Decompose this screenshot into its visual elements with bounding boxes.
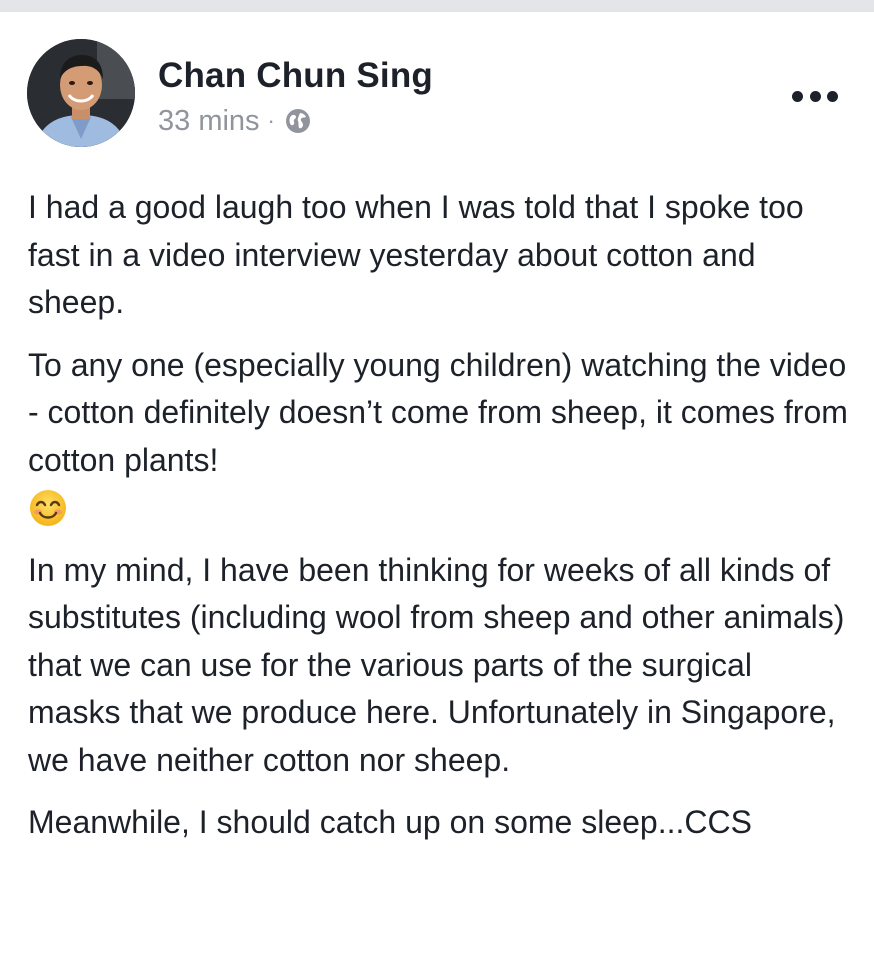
globe-icon[interactable]	[284, 107, 312, 135]
feed-background-strip	[0, 0, 874, 12]
post-paragraph-with-emoji: To any one (especially young children) w…	[28, 342, 848, 532]
smiling-face-icon	[30, 489, 66, 526]
post-meta: 33 mins ·	[158, 104, 312, 138]
avatar[interactable]	[27, 39, 135, 147]
meta-separator: ·	[267, 108, 275, 133]
more-options-button[interactable]	[792, 86, 838, 106]
post-paragraph: In my mind, I have been thinking for wee…	[28, 551, 845, 778]
post-paragraph: To any one (especially young children) w…	[28, 346, 848, 478]
post-paragraph: I had a good laugh too when I was told t…	[28, 189, 804, 320]
post-text: I had a good laugh too when I was told t…	[28, 184, 848, 862]
more-dot	[809, 90, 821, 102]
author-name[interactable]: Chan Chun Sing	[158, 56, 433, 96]
avatar-image	[27, 39, 135, 147]
post-paragraph: Meanwhile, I should catch up on some sle…	[28, 804, 752, 840]
post-timestamp[interactable]: 33 mins	[158, 105, 260, 138]
more-dot	[792, 90, 803, 102]
more-dot	[827, 90, 838, 102]
facebook-post: Chan Chun Sing 33 mins · I had a good la…	[0, 12, 874, 960]
